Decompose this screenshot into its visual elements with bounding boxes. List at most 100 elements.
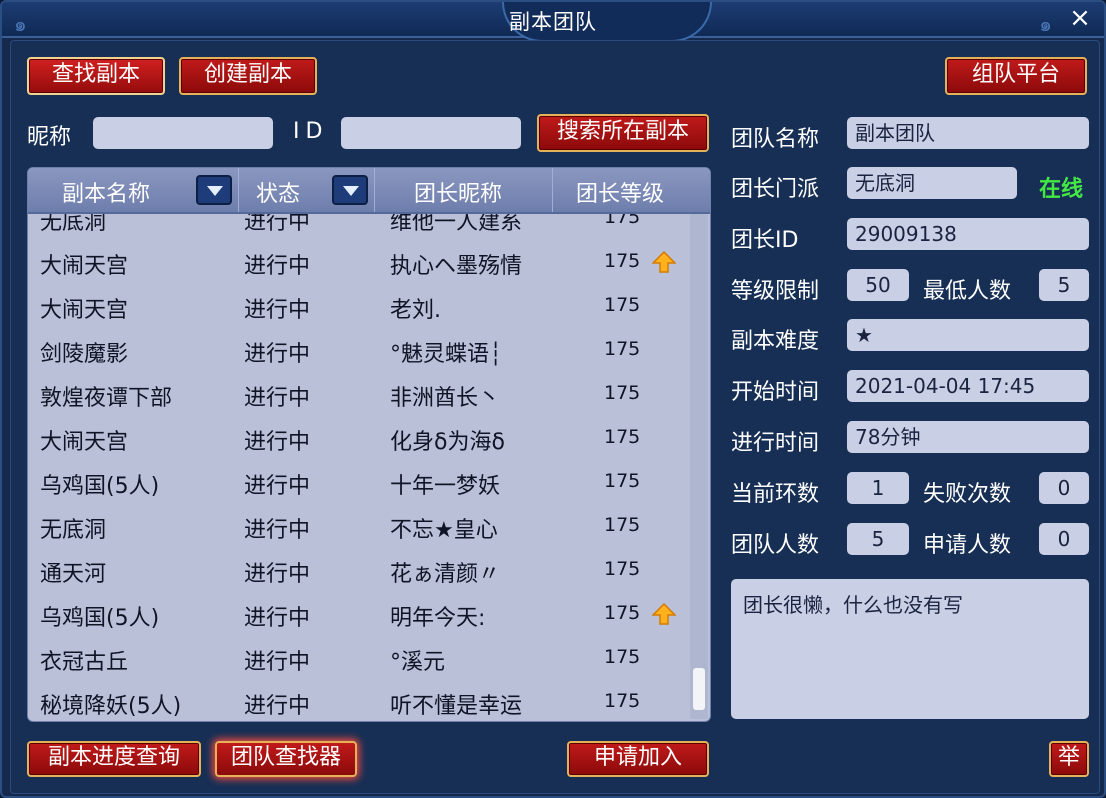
- list-scrollbar[interactable]: [690, 214, 708, 719]
- table-row[interactable]: 衣冠古丘 进行中 °溪元 175: [28, 636, 686, 680]
- window-content: 查找副本 创建副本 组队平台 昵称 ID 搜索所在副本 副本名称 状态 团长昵称…: [10, 40, 1100, 794]
- column-header-leader-level: 团长等级: [576, 182, 665, 207]
- dungeon-progress-button[interactable]: 副本进度查询: [27, 741, 201, 777]
- dungeon-name-cell: 大闹天宫: [40, 430, 129, 455]
- table-body: 无底洞 进行中 维他一人建系 175 大闹天宫 进行中 执心ヘ墨殇情 175 大…: [28, 214, 686, 721]
- table-row[interactable]: 大闹天宫 进行中 老刘. 175: [28, 284, 686, 328]
- leader-sect-field: 无底洞: [847, 167, 1017, 199]
- status-cell: 进行中: [244, 518, 311, 543]
- team-finder-button[interactable]: 团队查找器: [215, 741, 357, 777]
- nickname-input[interactable]: [93, 117, 273, 149]
- leader-level-cell: 175: [604, 558, 641, 580]
- status-cell: 进行中: [244, 606, 311, 631]
- online-status: 在线: [1039, 177, 1084, 202]
- leader-nickname-cell: 化身δ为海δ: [390, 430, 505, 455]
- table-row[interactable]: 乌鸡国(5人) 进行中 十年一梦妖 175: [28, 460, 686, 504]
- leader-nickname-cell: 十年一梦妖: [390, 474, 501, 499]
- elapsed-time-field: 78分钟: [847, 421, 1089, 453]
- column-divider: [374, 168, 375, 212]
- scrollbar-thumb[interactable]: [693, 668, 705, 710]
- applicants-field: 0: [1039, 523, 1089, 555]
- leader-nickname-cell: °魅灵蝶语┆: [390, 342, 503, 367]
- dungeon-name-cell: 无底洞: [40, 518, 107, 543]
- leader-level-cell: 175: [604, 646, 641, 668]
- min-members-field: 5: [1039, 269, 1089, 301]
- leader-level-cell: 175: [604, 214, 641, 228]
- star-icon: ★: [855, 323, 873, 347]
- table-row[interactable]: 无底洞 进行中 不忘★皇心 175: [28, 504, 686, 548]
- report-button[interactable]: 举: [1049, 741, 1089, 777]
- search-dungeon-button[interactable]: 搜索所在副本: [537, 114, 709, 152]
- team-platform-button[interactable]: 组队平台: [945, 57, 1087, 95]
- leader-level-cell: 175: [604, 470, 641, 492]
- leader-sect-label: 团长门派: [731, 177, 820, 202]
- arrow-up-icon: [652, 602, 676, 625]
- column-header-dungeon-name: 副本名称: [62, 182, 151, 207]
- team-members-field: 5: [847, 523, 909, 555]
- dungeon-name-cell: 敦煌夜谭下部: [40, 386, 173, 411]
- table-row[interactable]: 通天河 进行中 花ぁ清颜〃 175: [28, 548, 686, 592]
- dungeon-name-cell: 衣冠古丘: [40, 650, 129, 675]
- team-name-label: 团队名称: [731, 127, 820, 152]
- min-members-label: 最低人数: [923, 279, 1012, 304]
- dungeon-name-cell: 通天河: [40, 562, 107, 587]
- column-divider: [552, 168, 553, 212]
- leader-nickname-cell: 花ぁ清颜〃: [390, 562, 501, 587]
- table-row[interactable]: 剑陵魔影 进行中 °魅灵蝶语┆ 175: [28, 328, 686, 372]
- nickname-label: 昵称: [27, 125, 72, 150]
- status-cell: 进行中: [244, 650, 311, 675]
- leader-level-cell: 175: [604, 690, 641, 712]
- table-row[interactable]: 大闹天宫 进行中 化身δ为海δ 175: [28, 416, 686, 460]
- level-limit-label: 等级限制: [731, 279, 820, 304]
- status-cell: 进行中: [244, 298, 311, 323]
- table-row[interactable]: 无底洞 进行中 维他一人建系 175: [28, 214, 686, 240]
- status-cell: 进行中: [244, 474, 311, 499]
- status-cell: 进行中: [244, 694, 311, 719]
- status-cell: 进行中: [244, 254, 311, 279]
- dungeon-name-cell: 秘境降妖(5人): [40, 694, 182, 719]
- column-divider: [238, 168, 239, 212]
- table-row[interactable]: 大闹天宫 进行中 执心ヘ墨殇情 175: [28, 240, 686, 284]
- dungeon-name-cell: 乌鸡国(5人): [40, 606, 160, 631]
- id-input[interactable]: [341, 117, 521, 149]
- leader-level-cell: 175: [604, 338, 641, 360]
- leader-id-label: 团长ID: [731, 228, 799, 253]
- close-icon[interactable]: ×: [1066, 4, 1094, 32]
- leader-level-cell: 175: [604, 294, 641, 316]
- status-cell: 进行中: [244, 430, 311, 455]
- leader-nickname-cell: 听不懂是幸运: [390, 694, 523, 719]
- start-time-field: 2021-04-04 17:45: [847, 370, 1089, 402]
- create-dungeon-button[interactable]: 创建副本: [179, 57, 317, 95]
- current-ring-label: 当前环数: [731, 482, 820, 507]
- team-name-field: 副本团队: [847, 117, 1089, 149]
- leader-nickname-cell: 维他一人建系: [390, 214, 523, 235]
- table-header: 副本名称 状态 团长昵称 团长等级: [28, 168, 710, 214]
- column-header-status: 状态: [256, 182, 301, 207]
- leader-level-cell: 175: [604, 602, 641, 624]
- status-cell: 进行中: [244, 562, 311, 587]
- apply-join-button[interactable]: 申请加入: [567, 741, 709, 777]
- status-cell: 进行中: [244, 342, 311, 367]
- chevron-down-icon[interactable]: [196, 175, 232, 205]
- id-label: ID: [293, 119, 329, 144]
- dungeon-team-window: ๑ ๑ 副本团队 × 查找副本 创建副本 组队平台 昵称 ID 搜索所在副本 副…: [0, 0, 1106, 798]
- chevron-down-icon[interactable]: [332, 175, 368, 205]
- window-title: 副本团队: [509, 10, 597, 34]
- fail-count-label: 失败次数: [923, 482, 1012, 507]
- current-ring-field: 1: [847, 472, 909, 504]
- title-bar: ๑ ๑ 副本团队 ×: [2, 2, 1104, 42]
- table-row[interactable]: 敦煌夜谭下部 进行中 非洲酋长丶 175: [28, 372, 686, 416]
- status-cell: 进行中: [244, 386, 311, 411]
- dungeon-name-cell: 乌鸡国(5人): [40, 474, 160, 499]
- table-row[interactable]: 秘境降妖(5人) 进行中 听不懂是幸运 175: [28, 680, 686, 721]
- elapsed-time-label: 进行时间: [731, 431, 820, 456]
- table-row[interactable]: 乌鸡国(5人) 进行中 明年今天: 175: [28, 592, 686, 636]
- dungeon-name-cell: 剑陵魔影: [40, 342, 129, 367]
- column-header-leader-nickname: 团长昵称: [414, 182, 503, 207]
- applicants-label: 申请人数: [923, 533, 1012, 558]
- leader-level-cell: 175: [604, 382, 641, 404]
- dungeon-name-cell: 大闹天宫: [40, 254, 129, 279]
- dungeon-name-cell: 无底洞: [40, 214, 107, 235]
- find-dungeon-button[interactable]: 查找副本: [27, 57, 165, 95]
- leader-level-cell: 175: [604, 250, 641, 272]
